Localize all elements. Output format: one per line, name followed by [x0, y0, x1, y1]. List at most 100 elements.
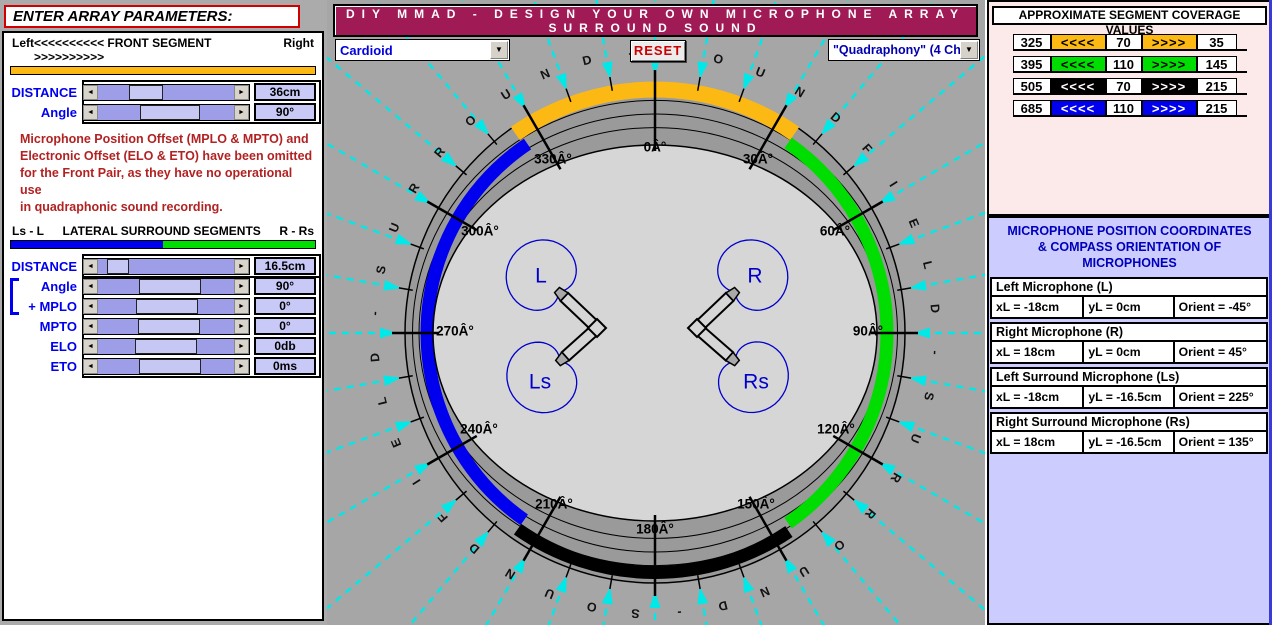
lateral-bar-right-fill: [163, 241, 315, 248]
lateral-mpto-row: MPTO ◄ ► 0°: [4, 316, 322, 336]
reset-button[interactable]: RESET: [630, 40, 686, 62]
svg-text:240Â°: 240Â°: [460, 422, 498, 437]
front-angle-label: Angle: [40, 104, 77, 120]
slider-right-arrow[interactable]: ►: [234, 358, 249, 374]
slider-track[interactable]: [98, 104, 234, 120]
lateral-bar-left-fill: [11, 241, 163, 248]
left-arrows-icon: <<<<: [1050, 100, 1106, 116]
slider-track[interactable]: [98, 358, 234, 374]
slider-track[interactable]: [98, 84, 234, 100]
slider-thumb[interactable]: [139, 278, 201, 294]
lateral-distance-row: DISTANCE ◄ ► 16.5cm: [4, 256, 322, 276]
slider-thumb[interactable]: [139, 358, 201, 374]
slider-right-arrow[interactable]: ►: [234, 278, 249, 294]
front-distance-row: DISTANCE ◄ ► 36cm: [4, 82, 322, 102]
slider-right-arrow[interactable]: ►: [234, 258, 249, 274]
slider-left-arrow[interactable]: ◄: [83, 298, 98, 314]
slider-right-arrow[interactable]: ►: [234, 298, 249, 314]
slider-left-arrow[interactable]: ◄: [83, 318, 98, 334]
slider-track[interactable]: [98, 298, 234, 314]
coverage-span: 70: [1105, 78, 1142, 94]
front-header-right: Right: [283, 36, 314, 50]
slider-track[interactable]: [98, 278, 234, 294]
lateral-segment-header: Ls - L LATERAL SURROUND SEGMENTS R - Rs: [4, 224, 322, 238]
slider-left-arrow[interactable]: ◄: [83, 338, 98, 354]
svg-text:Ls: Ls: [529, 371, 551, 394]
coverage-row: 505 <<<< 70 >>>> 215: [1012, 78, 1247, 95]
lateral-header-center: LATERAL SURROUND SEGMENTS: [62, 224, 261, 238]
slider-thumb[interactable]: [107, 258, 129, 274]
mic-group-left: Left Microphone (L) xL = -18cm yL = 0cm …: [990, 277, 1268, 319]
coverage-start: 325: [1012, 34, 1051, 50]
svg-text:D: D: [928, 303, 943, 313]
svg-text:180Â°: 180Â°: [636, 522, 674, 537]
mic-x: xL = 18cm: [990, 340, 1085, 364]
svg-text:60Â°: 60Â°: [820, 224, 850, 239]
lateral-mplo-slider[interactable]: ◄ ►: [82, 297, 250, 315]
coverage-end: 35: [1196, 34, 1237, 50]
front-angle-row: Angle ◄ ► 90°: [4, 102, 322, 122]
svg-text:120Â°: 120Â°: [817, 422, 855, 437]
lateral-elo-slider[interactable]: ◄ ►: [82, 337, 250, 355]
mic-y: yL = 0cm: [1084, 295, 1175, 319]
lateral-distance-slider[interactable]: ◄ ►: [82, 257, 250, 275]
svg-text:L: L: [535, 265, 547, 288]
mic-orient: Orient = -45°: [1174, 295, 1268, 319]
front-header-left: Left: [12, 36, 34, 50]
svg-text:Rs: Rs: [743, 371, 769, 394]
slider-left-arrow[interactable]: ◄: [83, 278, 98, 294]
chevron-down-icon[interactable]: ▼: [490, 41, 508, 59]
left-arrows-icon: <<<<: [1050, 34, 1106, 50]
svg-text:210Â°: 210Â°: [535, 497, 573, 512]
slider-left-arrow[interactable]: ◄: [83, 258, 98, 274]
panel-title: ENTER ARRAY PARAMETERS:: [4, 5, 300, 28]
lateral-angle-slider[interactable]: ◄ ►: [82, 277, 250, 295]
front-distance-slider[interactable]: ◄ ►: [82, 83, 250, 101]
lateral-eto-slider[interactable]: ◄ ►: [82, 357, 250, 375]
front-angle-slider[interactable]: ◄ ►: [82, 103, 250, 121]
slider-right-arrow[interactable]: ►: [234, 104, 249, 120]
app-title-line1: DIY MMAD - DESIGN YOUR OWN MICROPHONE AR…: [345, 7, 966, 21]
slider-right-arrow[interactable]: ►: [234, 84, 249, 100]
mic-header: Left Microphone (L): [990, 277, 1268, 295]
mic-orient: Orient = 225°: [1174, 385, 1268, 409]
left-arrows-icon: <<<<: [1050, 78, 1106, 94]
slider-thumb[interactable]: [138, 318, 200, 334]
mic-y: yL = -16.5cm: [1084, 430, 1175, 454]
right-arrows-icon: >>>>: [1141, 34, 1197, 50]
svg-text:0Â°: 0Â°: [644, 140, 667, 155]
front-header-center: <<<<<<<<<< FRONT SEGMENT >>>>>>>>>>: [34, 36, 212, 64]
mic-group-left-surround: Left Surround Microphone (Ls) xL = -18cm…: [990, 367, 1268, 409]
mic-position-table: Left Microphone (L) xL = -18cm yL = 0cm …: [990, 277, 1268, 454]
lateral-elo-value: 0db: [254, 337, 316, 355]
lateral-distance-value: 16.5cm: [254, 257, 316, 275]
slider-thumb[interactable]: [136, 298, 198, 314]
lateral-mpto-slider[interactable]: ◄ ►: [82, 317, 250, 335]
slider-thumb[interactable]: [129, 84, 163, 100]
polar-pattern-dropdown[interactable]: Cardioid ▼: [335, 39, 510, 61]
mic-group-right: Right Microphone (R) xL = 18cm yL = 0cm …: [990, 322, 1268, 364]
slider-left-arrow[interactable]: ◄: [83, 104, 98, 120]
slider-left-arrow[interactable]: ◄: [83, 84, 98, 100]
channels-dropdown[interactable]: "Quadraphony" (4 Channels ▼: [828, 39, 980, 61]
slider-thumb[interactable]: [140, 104, 200, 120]
compass-diagram: SOUNDFIELD-SURROUND-SOUNDFIELD-SURROUND-…: [327, 0, 985, 625]
lateral-elo-row: ELO ◄ ► 0db: [4, 336, 322, 356]
coverage-start: 505: [1012, 78, 1051, 94]
slider-left-arrow[interactable]: ◄: [83, 358, 98, 374]
chevron-down-icon[interactable]: ▼: [960, 41, 978, 59]
lateral-mpto-value: 0°: [254, 317, 316, 335]
mic-y: yL = 0cm: [1084, 340, 1175, 364]
info-panels: APPROXIMATE SEGMENT COVERAGE VALUES 325 …: [985, 0, 1272, 625]
lateral-distance-label: DISTANCE: [11, 258, 77, 274]
slider-thumb[interactable]: [135, 338, 197, 354]
slider-right-arrow[interactable]: ►: [234, 338, 249, 354]
slider-right-arrow[interactable]: ►: [234, 318, 249, 334]
left-arrows-icon: <<<<: [1050, 56, 1106, 72]
slider-track[interactable]: [98, 318, 234, 334]
slider-track[interactable]: [98, 258, 234, 274]
lateral-eto-row: ETO ◄ ► 0ms: [4, 356, 322, 376]
front-pair-notice: Microphone Position Offset (MPLO & MPTO)…: [20, 132, 313, 214]
coverage-row: 325 <<<< 70 >>>> 35: [1012, 34, 1247, 51]
slider-track[interactable]: [98, 338, 234, 354]
